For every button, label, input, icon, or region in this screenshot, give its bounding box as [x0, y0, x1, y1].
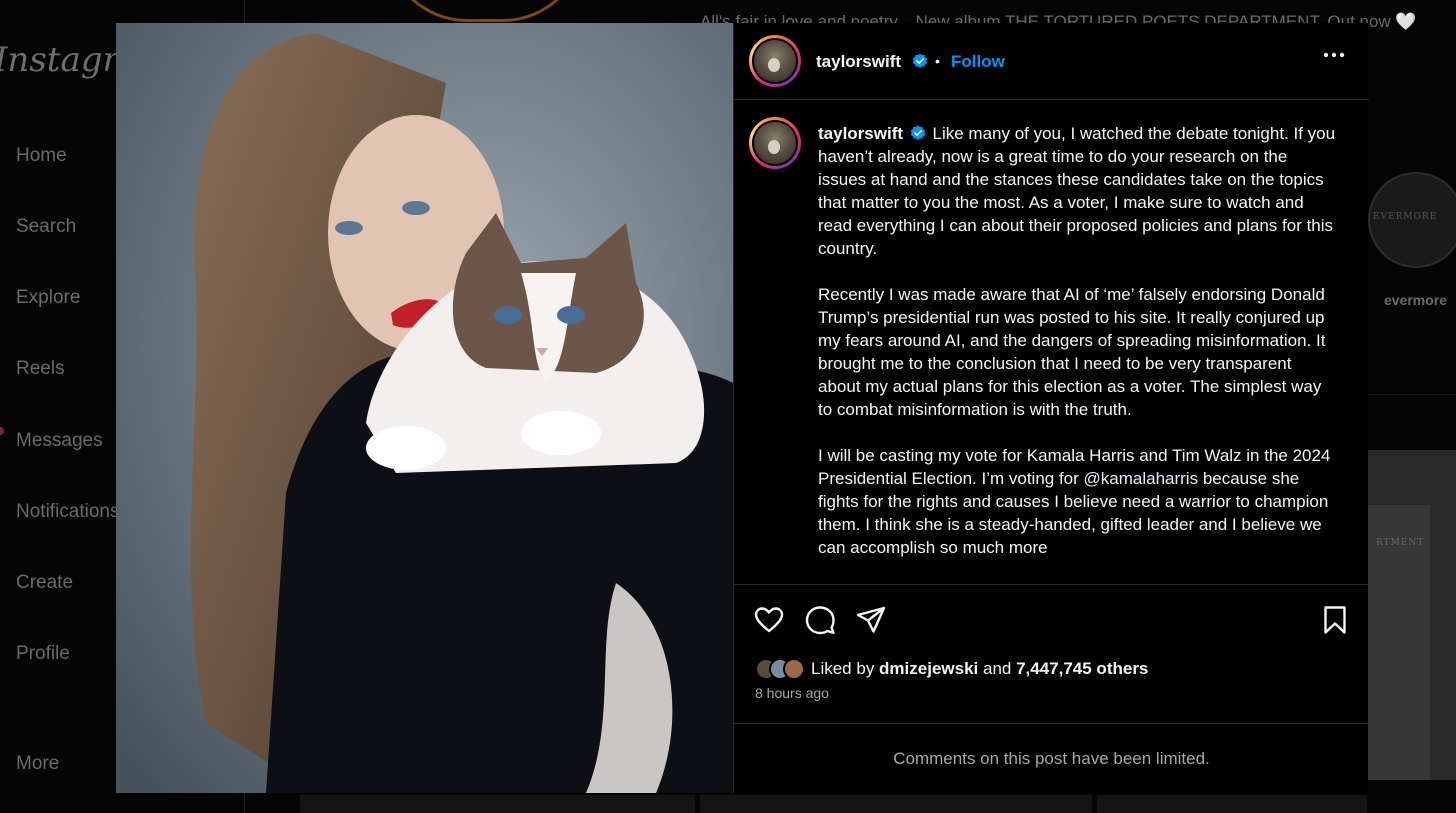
author-username[interactable]: taylorswift	[816, 52, 901, 72]
liker-avatar[interactable]	[783, 658, 805, 680]
post-actions: Liked by dmizejewski and 7,447,745 other…	[734, 584, 1369, 724]
post-photo-illustration	[116, 23, 733, 793]
separator-dot: •	[935, 53, 940, 69]
verified-icon	[912, 53, 928, 68]
story-highlight-cover-text: EVERMORE	[1373, 212, 1438, 222]
caption-username[interactable]: taylorswift	[818, 124, 903, 143]
comment-icon[interactable]	[804, 604, 836, 636]
caption-scroll-area[interactable]: taylorswift Like many of you, I watched …	[734, 101, 1369, 585]
nav-more[interactable]: More	[16, 753, 59, 775]
post-timestamp[interactable]: 8 hours ago	[755, 685, 829, 701]
heart-icon[interactable]	[753, 604, 785, 636]
nav-create[interactable]: Create	[16, 572, 73, 594]
grid-post-tile[interactable]	[1097, 795, 1367, 813]
post-side-panel: taylorswift • Follow taylorswift Like ma…	[733, 23, 1369, 793]
likes-row: Liked by dmizejewski and 7,447,745 other…	[755, 657, 1148, 681]
caption-paragraph-2: Recently I was made aware that AI of ‘me…	[818, 285, 1326, 419]
post-image[interactable]	[116, 23, 733, 793]
caption-author-avatar[interactable]	[749, 117, 801, 169]
more-options-icon[interactable]	[1323, 51, 1345, 59]
story-highlight-label: evermore	[1384, 292, 1448, 308]
nav-explore[interactable]: Explore	[16, 287, 80, 309]
nav-home[interactable]: Home	[16, 145, 67, 167]
share-icon[interactable]	[855, 604, 887, 636]
liked-by-user[interactable]: dmizejewski	[879, 659, 978, 678]
comments-limited-notice: Comments on this post have been limited.	[734, 723, 1369, 793]
nav-notifications[interactable]: Notifications	[16, 501, 120, 523]
profile-avatar-ring	[385, 0, 585, 22]
nav-reels[interactable]: Reels	[16, 358, 65, 380]
follow-button[interactable]: Follow	[951, 52, 1005, 72]
likes-count[interactable]: 7,447,745 others	[1016, 659, 1148, 678]
bookmark-icon[interactable]	[1319, 604, 1351, 636]
caption-paragraph-1: Like many of you, I watched the debate t…	[818, 124, 1336, 258]
verified-icon	[910, 125, 925, 140]
liked-by-prefix: Liked by	[811, 659, 880, 678]
liked-by-text[interactable]: Liked by dmizejewski and 7,447,745 other…	[811, 659, 1148, 679]
author-avatar[interactable]	[749, 35, 801, 87]
liked-by-middle: and	[978, 659, 1017, 678]
post-caption: taylorswift Like many of you, I watched …	[818, 122, 1338, 582]
grid-post-tile[interactable]	[300, 795, 695, 813]
post-modal: taylorswift • Follow taylorswift Like ma…	[116, 23, 1369, 793]
mention-link[interactable]: @kamalaharris	[1084, 469, 1199, 488]
profile-grid-divider	[1368, 394, 1456, 395]
nav-messages[interactable]: Messages	[16, 430, 103, 452]
nav-search[interactable]: Search	[16, 216, 76, 238]
grid-post-tile-text: RTMENT	[1376, 538, 1425, 548]
grid-post-tile[interactable]	[700, 795, 1092, 813]
post-header: taylorswift • Follow	[734, 23, 1369, 100]
nav-profile[interactable]: Profile	[16, 643, 70, 665]
